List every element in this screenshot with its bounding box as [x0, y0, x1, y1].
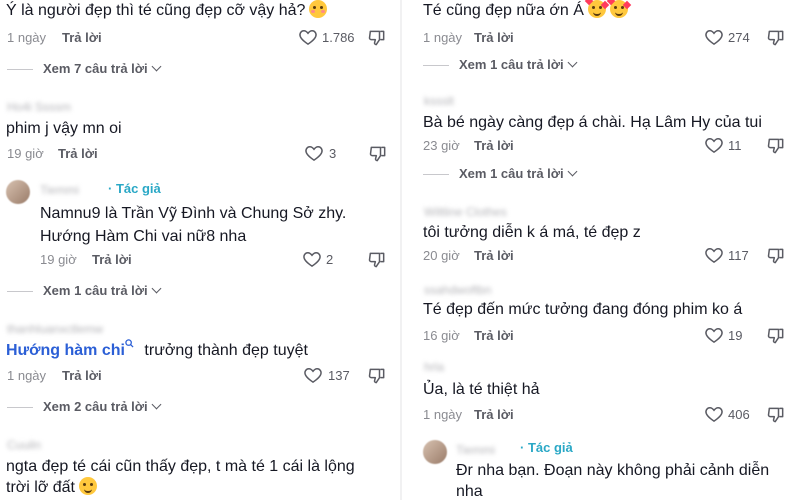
author-badge: · Tác giả	[108, 181, 161, 196]
dislike-icon[interactable]	[766, 326, 786, 346]
comment-time: 20 giờ	[423, 248, 460, 263]
comment-time: 1 ngày	[423, 30, 463, 45]
username[interactable]: Tiemmi	[40, 183, 79, 197]
username[interactable]: kssslt	[424, 94, 454, 108]
avatar[interactable]	[6, 180, 30, 204]
dislike-icon[interactable]	[367, 366, 387, 386]
like-count: 3	[329, 146, 337, 161]
comment-text: tôi tưởng diễn k á má, té đẹp z	[423, 224, 641, 241]
reply-button[interactable]: Trả lời	[474, 138, 514, 153]
like-count: 19	[728, 328, 743, 343]
like-count: 274	[728, 30, 750, 45]
comment-time: 23 giờ	[423, 138, 460, 153]
username[interactable]: Tiemmi	[456, 443, 495, 457]
like-count: 2	[326, 252, 334, 267]
comment-text-line2: Hướng Hàm Chi vai nữ8 nha	[40, 228, 247, 245]
username[interactable]: ssahdwoftbn	[424, 283, 491, 297]
heart-icon[interactable]	[302, 249, 322, 269]
search-icon	[125, 339, 134, 348]
view-replies-button[interactable]: Xem 1 câu trả lời	[423, 166, 578, 181]
smiling-hearts-emoji	[606, 0, 632, 18]
heart-icon[interactable]	[704, 404, 724, 424]
author-badge: · Tác giả	[520, 440, 573, 455]
comment-text: Té đẹp đến mức tưởng đang đóng phim ko á	[423, 301, 743, 318]
comment-time: 16 giờ	[423, 328, 460, 343]
reply-button[interactable]: Trả lời	[92, 252, 132, 267]
like-count: 137	[328, 368, 350, 383]
comment-time: 1 ngày	[423, 407, 463, 422]
like-count: 117	[728, 248, 749, 263]
flushed-face-emoji	[309, 0, 328, 18]
reply-button[interactable]: Trả lời	[62, 30, 102, 45]
view-replies-button[interactable]: Xem 2 câu trả lời	[7, 399, 162, 414]
like-count: 11	[728, 138, 742, 153]
chevron-down-icon	[567, 166, 578, 177]
comment-text: Té cũng đẹp nữa ớn Á	[423, 0, 632, 23]
smiling-hearts-emoji	[584, 0, 610, 18]
like-count: 1.786	[322, 30, 355, 45]
comment-column-right: Té cũng đẹp nữa ớn Á 1 ngày Trả lời 274 …	[410, 0, 800, 500]
heart-icon[interactable]	[704, 245, 724, 265]
dislike-icon[interactable]	[368, 144, 388, 164]
heart-icon[interactable]	[298, 27, 318, 47]
username[interactable]: Ho4i Ssssm	[7, 100, 71, 114]
comment-text: Hướng hàm chi trưởng thành đẹp tuyệt	[6, 339, 308, 363]
heart-icon[interactable]	[304, 143, 324, 163]
like-count: 406	[728, 407, 750, 422]
heart-icon[interactable]	[704, 27, 724, 47]
view-replies-button[interactable]: Xem 7 câu trả lời	[7, 61, 162, 76]
chevron-down-icon	[151, 283, 162, 294]
chevron-down-icon	[567, 57, 578, 68]
comment-text-line2: nha	[456, 483, 483, 500]
comment-text: phim j vậy mn oi	[6, 120, 122, 137]
dislike-icon[interactable]	[367, 250, 387, 270]
dislike-icon[interactable]	[766, 28, 786, 48]
dislike-icon[interactable]	[766, 136, 786, 156]
comment-time: 19 giờ	[7, 146, 44, 161]
chevron-down-icon	[151, 61, 162, 72]
reply-button[interactable]: Trả lời	[62, 368, 102, 383]
username[interactable]: Wiltline Clothes	[424, 205, 507, 219]
reply-button[interactable]: Trả lời	[474, 30, 514, 45]
comment-text-line1: Đr nha bạn. Đoạn này không phải cảnh diễ…	[456, 462, 770, 479]
avatar[interactable]	[423, 440, 447, 464]
dislike-icon[interactable]	[766, 405, 786, 425]
heart-icon[interactable]	[704, 325, 724, 345]
reply-button[interactable]: Trả lời	[58, 146, 98, 161]
username[interactable]: hrla	[424, 360, 444, 374]
comment-text-line2: trời lỡ đất	[6, 476, 97, 500]
reply-button[interactable]: Trả lời	[474, 248, 514, 263]
heart-icon[interactable]	[303, 365, 323, 385]
comment-text-line1: Namnu9 là Trần Vỹ Đình và Chung Sở zhy.	[40, 205, 347, 222]
reply-button[interactable]: Trả lời	[474, 407, 514, 422]
search-link[interactable]: Hướng hàm chi	[6, 342, 125, 359]
username[interactable]: Cuuiln	[7, 438, 41, 452]
comment-time: 1 ngày	[7, 368, 47, 383]
column-divider	[400, 0, 402, 500]
chevron-down-icon	[151, 399, 162, 410]
view-replies-button[interactable]: Xem 1 câu trả lời	[423, 57, 578, 72]
view-replies-button[interactable]: Xem 1 câu trả lời	[7, 283, 162, 298]
smiling-face-emoji	[79, 477, 97, 495]
comment-column-left: Ý là người đẹp thì té cũng đẹp cỡ vậy hả…	[0, 0, 390, 500]
reply-button[interactable]: Trả lời	[474, 328, 514, 343]
comment-text: Ý là người đẹp thì té cũng đẹp cỡ vậy hả…	[6, 0, 328, 23]
username[interactable]: thanhluanxctlemw	[7, 322, 103, 336]
heart-icon[interactable]	[704, 135, 724, 155]
comment-text: Bà bé ngày càng đẹp á chài. Hạ Lâm Hy củ…	[423, 114, 762, 131]
comment-time: 19 giờ	[40, 252, 77, 267]
comment-text: Ủa, là té thiệt hả	[423, 381, 540, 398]
dislike-icon[interactable]	[766, 246, 786, 266]
dislike-icon[interactable]	[367, 28, 387, 48]
comment-time: 1 ngày	[7, 30, 47, 45]
